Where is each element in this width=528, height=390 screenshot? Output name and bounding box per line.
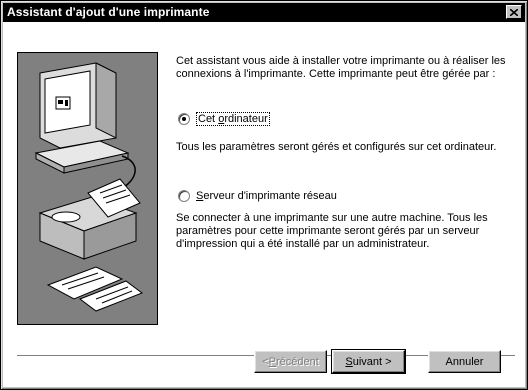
next-button[interactable]: Suivant >: [331, 349, 406, 374]
radio-network-server[interactable]: [178, 190, 190, 202]
option-network-server-description: Se connecter à une imprimante sur une au…: [176, 212, 488, 250]
close-icon: [510, 8, 518, 16]
close-button[interactable]: [506, 5, 522, 19]
title-bar[interactable]: Assistant d'ajout d'une imprimante: [3, 3, 525, 22]
paper-stack-icon: [46, 266, 144, 312]
intro-text: Cet assistant vous aide à installer votr…: [176, 55, 506, 80]
keyboard-icon: [34, 140, 130, 174]
monitor-icon: [39, 62, 117, 149]
option-this-computer[interactable]: Cet ordinateur: [178, 112, 270, 126]
option-network-server[interactable]: Serveur d'imprimante réseau: [178, 190, 337, 202]
illustration-graphic: [34, 62, 144, 312]
window-title: Assistant d'ajout d'une imprimante: [7, 5, 210, 19]
option-this-computer-label[interactable]: Cet ordinateur: [196, 112, 270, 126]
option-this-computer-description: Tous les paramètres seront gérés et conf…: [176, 141, 497, 153]
back-button[interactable]: < Précédent: [254, 350, 327, 373]
cancel-button[interactable]: Annuler: [428, 350, 501, 373]
computer-printer-illustration: [17, 52, 158, 325]
printer-icon: [38, 178, 141, 260]
wizard-window: Assistant d'ajout d'une imprimante Cet a…: [0, 0, 528, 390]
wizard-body: Cet assistant vous aide à installer votr…: [3, 22, 525, 387]
option-network-server-label[interactable]: Serveur d'imprimante réseau: [196, 190, 337, 202]
radio-this-computer[interactable]: [178, 113, 190, 125]
